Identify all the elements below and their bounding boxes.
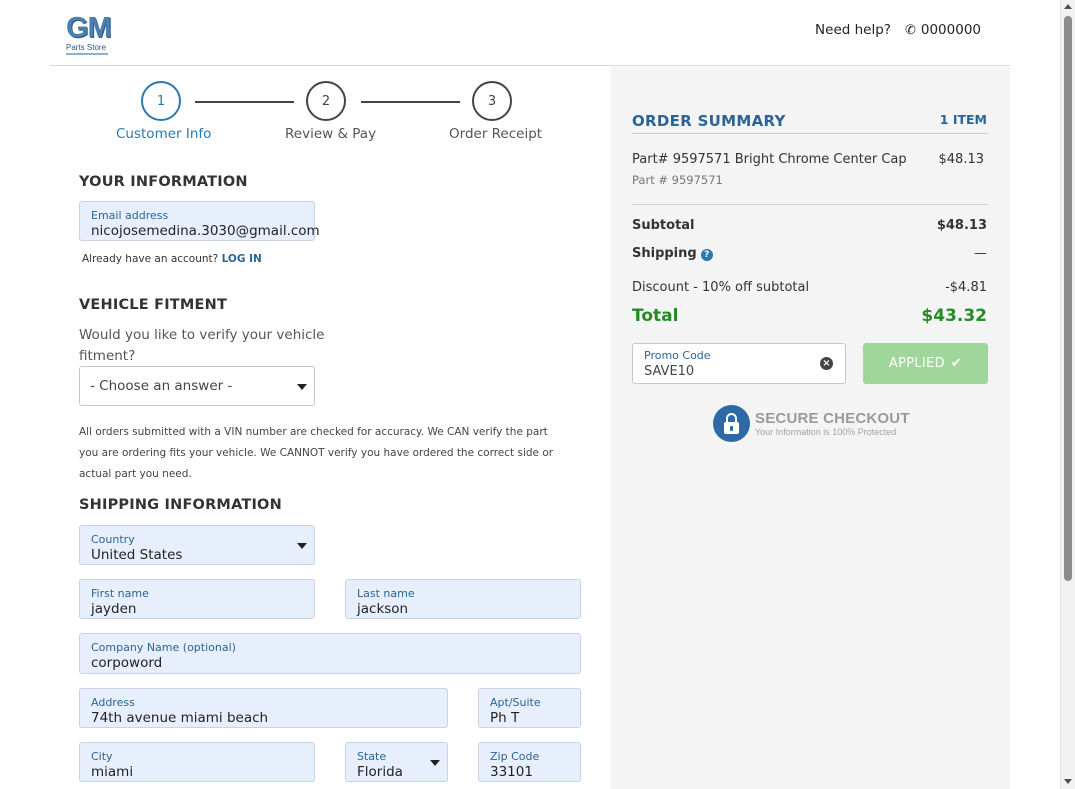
apt-suite-label: Apt/Suite — [490, 696, 541, 709]
scroll-up-icon[interactable] — [1064, 4, 1072, 9]
state-select[interactable]: State Florida — [345, 742, 448, 782]
summary-item-name: Part# 9597571 Bright Chrome Center Cap — [632, 152, 907, 167]
step-2-circle: 2 — [306, 81, 346, 121]
vin-accuracy-note: All orders submitted with a VIN number a… — [79, 426, 554, 480]
step-3-label: Order Receipt — [449, 126, 543, 142]
shipping-information-heading: SHIPPING INFORMATION — [79, 497, 282, 513]
promo-applied-button[interactable]: APPLIED ✔ — [863, 343, 988, 384]
logo-text: GM — [66, 12, 112, 44]
shipping-value: — — [974, 246, 987, 261]
city-label: City — [91, 750, 113, 763]
login-link[interactable]: LOG IN — [222, 253, 262, 265]
total-value: $43.32 — [921, 306, 987, 326]
apt-suite-field[interactable]: Apt/Suite Ph T — [478, 688, 581, 728]
summary-item-part-number: Part # 9597571 — [632, 173, 723, 187]
email-field[interactable]: Email address nicojosemedina.3030@gmail.… — [79, 201, 320, 241]
order-summary-title: ORDER SUMMARY — [632, 112, 786, 130]
discount-value: -$4.81 — [945, 280, 987, 295]
step-1-number: 1 — [156, 93, 166, 109]
chevron-down-icon — [297, 384, 307, 390]
address-field[interactable]: Address 74th avenue miami beach — [79, 688, 448, 728]
company-name-field[interactable]: Company Name (optional) corpoword — [79, 633, 581, 674]
fitment-question: Would you like to verify your vehicle fi… — [79, 327, 325, 364]
logo-subtext: Parts Store — [66, 43, 107, 52]
chevron-down-icon — [297, 543, 307, 549]
logo-underline — [66, 53, 108, 55]
country-value: United States — [91, 547, 183, 563]
promo-code-value[interactable]: SAVE10 — [644, 364, 694, 379]
zip-code-field[interactable]: Zip Code 33101 — [478, 742, 581, 782]
fitment-answer-select[interactable]: - Choose an answer - — [79, 366, 315, 406]
scrollbar-thumb[interactable] — [1064, 16, 1072, 581]
company-name-value[interactable]: corpoword — [91, 655, 162, 671]
chevron-down-icon — [430, 760, 440, 766]
your-information-heading: YOUR INFORMATION — [79, 174, 248, 190]
last-name-label: Last name — [357, 587, 415, 600]
step-2-number: 2 — [321, 93, 331, 109]
step-3-number: 3 — [487, 93, 497, 109]
checkout-page: GM Parts Store Need help? ✆ 0000000 1 2 … — [0, 0, 1075, 789]
summary-item-price: $48.13 — [938, 152, 985, 167]
vehicle-fitment-heading: VEHICLE FITMENT — [79, 297, 228, 313]
company-name-label: Company Name (optional) — [91, 641, 236, 654]
vertical-scrollbar[interactable] — [1060, 0, 1075, 789]
help-icon[interactable]: ? — [700, 249, 713, 261]
discount-label: Discount - 10% off subtotal — [632, 280, 810, 295]
lock-icon — [713, 404, 750, 442]
first-name-label: First name — [91, 587, 149, 600]
secure-checkout-title: SECURE CHECKOUT — [755, 409, 910, 427]
state-label: State — [357, 750, 387, 763]
address-value[interactable]: 74th avenue miami beach — [91, 710, 268, 726]
subtotal-value: $48.13 — [936, 218, 987, 233]
state-value: Florida — [357, 764, 403, 780]
step-2-label: Review & Pay — [285, 126, 377, 142]
clear-icon[interactable]: × — [820, 357, 833, 370]
phone-number[interactable]: 0000000 — [921, 22, 981, 38]
help-text: Need help? — [815, 22, 891, 38]
email-value[interactable]: nicojosemedina.3030@gmail.com — [91, 223, 320, 239]
login-prompt: Already have an account? LOG IN — [82, 253, 262, 265]
country-label: Country — [91, 533, 135, 546]
step-connector — [361, 101, 460, 103]
summary-divider — [632, 204, 988, 205]
fitment-select-value: - Choose an answer - — [90, 378, 233, 394]
address-label: Address — [91, 696, 135, 709]
summary-divider — [632, 133, 988, 134]
zip-code-value[interactable]: 33101 — [490, 764, 533, 780]
step-3-circle: 3 — [472, 81, 512, 121]
zip-code-label: Zip Code — [490, 750, 540, 763]
total-label: Total — [632, 306, 679, 326]
gm-parts-store-logo[interactable]: GM Parts Store — [66, 12, 112, 56]
step-1-circle: 1 — [141, 81, 181, 121]
first-name-field[interactable]: First name jayden — [79, 579, 315, 619]
city-field[interactable]: City miami — [79, 742, 315, 782]
subtotal-label: Subtotal — [632, 218, 695, 233]
secure-checkout-badge: SECURE CHECKOUT Your Information is 100%… — [713, 404, 910, 442]
city-value[interactable]: miami — [91, 764, 133, 780]
country-select[interactable]: Country United States — [79, 525, 315, 565]
email-label: Email address — [91, 209, 169, 222]
promo-code-field[interactable]: Promo Code SAVE10 × — [632, 343, 846, 384]
checkmark-icon: ✔ — [950, 356, 963, 371]
scroll-down-icon[interactable] — [1064, 779, 1072, 784]
applied-label: APPLIED — [888, 356, 945, 371]
apt-suite-value[interactable]: Ph T — [490, 710, 519, 726]
first-name-value[interactable]: jayden — [91, 601, 136, 617]
secure-checkout-subtitle: Your Information is 100% Protected — [755, 426, 897, 437]
phone-icon: ✆ — [904, 22, 916, 38]
step-connector — [195, 101, 294, 103]
help-contact: Need help? ✆ 0000000 — [815, 22, 981, 38]
shipping-row: Shipping? — [632, 246, 713, 261]
last-name-field[interactable]: Last name jackson — [345, 579, 581, 619]
item-count: 1 ITEM — [939, 112, 987, 127]
account-prompt-text: Already have an account? — [82, 253, 219, 265]
last-name-value[interactable]: jackson — [357, 601, 408, 617]
shipping-label: Shipping — [632, 246, 697, 261]
step-1-label: Customer Info — [116, 126, 212, 142]
site-header: GM Parts Store Need help? ✆ 0000000 — [50, 0, 1010, 66]
promo-code-label: Promo Code — [644, 349, 711, 362]
